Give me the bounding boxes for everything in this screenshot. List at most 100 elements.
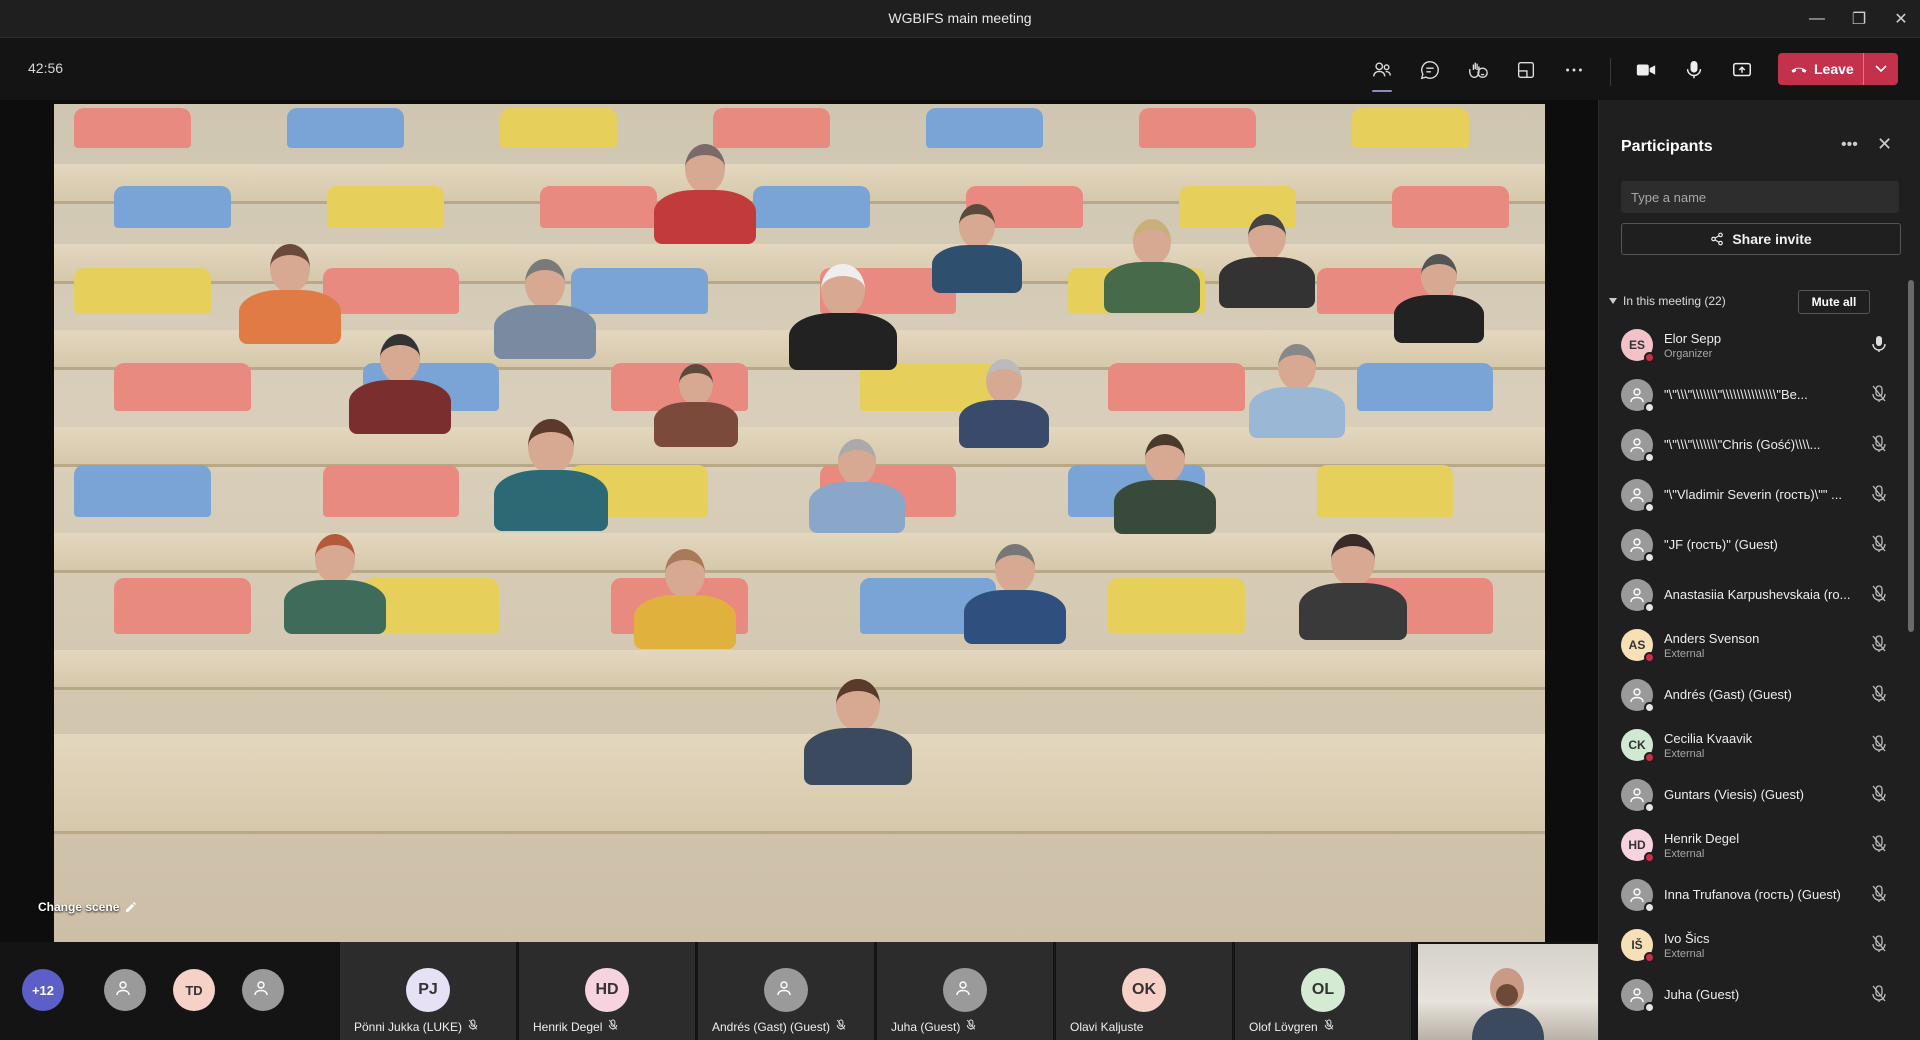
in-meeting-label: In this meeting (22) [1623,294,1726,308]
leave-options-dropdown[interactable] [1864,65,1898,73]
presence-status-dot [1644,402,1655,413]
participant-tile[interactable]: OK Olavi Kaljuste [1056,942,1232,1040]
restore-button[interactable]: ❐ [1836,0,1882,38]
participant-row[interactable]: Inna Trufanova (гость) (Guest) [1599,870,1899,920]
participant-row[interactable]: AS Anders Svenson External [1599,620,1899,670]
mic-off-icon [1871,935,1887,953]
meeting-toolbar: 42:56 Leave [0,38,1920,100]
microphone-button[interactable] [1674,52,1714,88]
avatar-initials: HD [595,981,619,998]
participant-row[interactable]: "\"\\\"\\\\\\\"Chris (Gość)\\\\... [1599,420,1899,470]
person-icon [1621,579,1655,613]
presence-status-dot [1644,752,1655,763]
minimize-button[interactable]: — [1794,0,1840,38]
panel-title: Participants [1621,138,1713,155]
participant-row[interactable]: ES Elor Sepp Organizer [1599,320,1899,370]
participant-row[interactable]: Anastasiia Karpushevskaia (ro... [1599,570,1899,620]
toolbar-divider [1610,58,1611,86]
panel-scrollbar[interactable] [1908,280,1914,632]
avatar: CK [1621,729,1655,763]
participant-row[interactable]: Andrés (Gast) (Guest) [1599,670,1899,720]
avatar: OL [1301,968,1345,1012]
person-icon [943,968,987,1012]
participant-row[interactable]: IŠ Ivo Šics External [1599,920,1899,970]
microphone-icon [1686,61,1702,79]
participant-tile[interactable]: PJ Pönni Jukka (LUKE) [340,942,516,1040]
restore-icon: ❐ [1851,11,1867,28]
camera-button[interactable] [1626,52,1666,88]
mute-all-button[interactable]: Mute all [1798,290,1870,314]
mic-off-icon [1871,585,1887,603]
participant-search-input[interactable] [1621,181,1899,213]
tile-name-label: Olavi Kaljuste [1070,1020,1143,1034]
person-icon [1621,479,1655,513]
mic-off-icon [608,1019,618,1034]
participant-row[interactable]: CK Cecilia Kvaavik External [1599,720,1899,770]
person-icon[interactable] [104,969,146,1011]
close-icon: ✕ [1894,11,1908,28]
hang-up-icon [1791,67,1807,73]
avatar: AS [1621,629,1655,663]
participant-tile[interactable]: Juha (Guest) [877,942,1053,1040]
avatar[interactable]: TD [173,969,215,1011]
participant-name: Ivo Šics [1664,931,1710,946]
auditorium-seat [327,186,445,228]
participant-row[interactable]: Juha (Guest) [1599,970,1899,1020]
participant-strip: +12 TD PJ Pönni Jukka (LUKE) HD Henrik Degel… [0,942,1598,1040]
mic-off-icon [1871,985,1887,1003]
mic-off-icon [1871,885,1887,903]
in-meeting-section-toggle[interactable]: In this meeting (22) [1609,294,1726,308]
chat-button[interactable] [1410,52,1450,88]
overflow-count-button[interactable]: +12 [22,969,64,1011]
presence-status-dot [1644,1002,1655,1013]
leave-button[interactable]: Leave [1778,53,1864,85]
presence-status-dot [1644,352,1655,363]
participant-row[interactable]: Guntars (Viesis) (Guest) [1599,770,1899,820]
share-content-button[interactable] [1722,52,1762,88]
auditorium-desk [54,533,1545,573]
change-scene-button[interactable]: Change scene [38,900,137,914]
participant-tile[interactable]: OL Olof Lövgren [1235,942,1411,1040]
person-icon [1621,879,1655,913]
mic-off-icon [468,1019,478,1034]
participant-tile[interactable]: Andrés (Gast) (Guest) [698,942,874,1040]
panel-more-button[interactable]: ••• [1841,136,1858,154]
avatar: PJ [406,968,450,1012]
auditorium-seat [1352,108,1470,148]
mic-off-icon [1871,685,1887,703]
auditorium-desk [54,650,1545,690]
participant-row[interactable]: HD Henrik Degel External [1599,820,1899,870]
avatar-initials: OL [1311,981,1335,998]
chevron-down-icon [1609,298,1617,304]
share-invite-button[interactable]: Share invite [1621,223,1901,255]
mic-off-icon [1871,735,1887,753]
participant-row[interactable]: "\"\\\"\\\\\\\"\\\\\\\\\\\\\\\"Be... [1599,370,1899,420]
reactions-button[interactable] [1458,52,1498,88]
participant-tile[interactable]: HD Henrik Degel [519,942,695,1040]
participant-row[interactable]: "JF (гость)" (Guest) [1599,520,1899,570]
presence-status-dot [1644,802,1655,813]
participant-name: Olavi Kaljuste [1070,1020,1144,1034]
panel-close-button[interactable]: ✕ [1877,134,1892,155]
participant-name: Olof Lövgren [1249,1019,1318,1034]
participant-name: Anders Svenson [1664,631,1760,646]
tile-name-label: Pönni Jukka (LUKE) [354,1019,478,1034]
auditorium-seat [1108,363,1245,411]
more-icon [1566,68,1582,72]
participant-name: Cecilia Kvaavik [1664,731,1753,746]
participant-name: Inna Trufanova (гость) (Guest) [1664,887,1841,902]
rooms-button[interactable] [1506,52,1546,88]
participants-button[interactable] [1362,52,1402,92]
person-icon [1621,379,1655,413]
participant-row[interactable]: "\"Vladimir Severin (гость)\"" ... [1599,470,1899,520]
avatar-initials: AS [1628,638,1646,652]
close-window-button[interactable]: ✕ [1878,0,1920,38]
person-icon[interactable] [242,969,284,1011]
auditorium-seat [540,186,658,228]
auditorium-seat [74,108,192,148]
self-view-video[interactable] [1418,944,1598,1040]
mic-off-icon [1871,385,1887,403]
presence-status-dot [1644,602,1655,613]
more-actions-button[interactable] [1554,52,1594,88]
auditorium-seat [753,186,871,228]
